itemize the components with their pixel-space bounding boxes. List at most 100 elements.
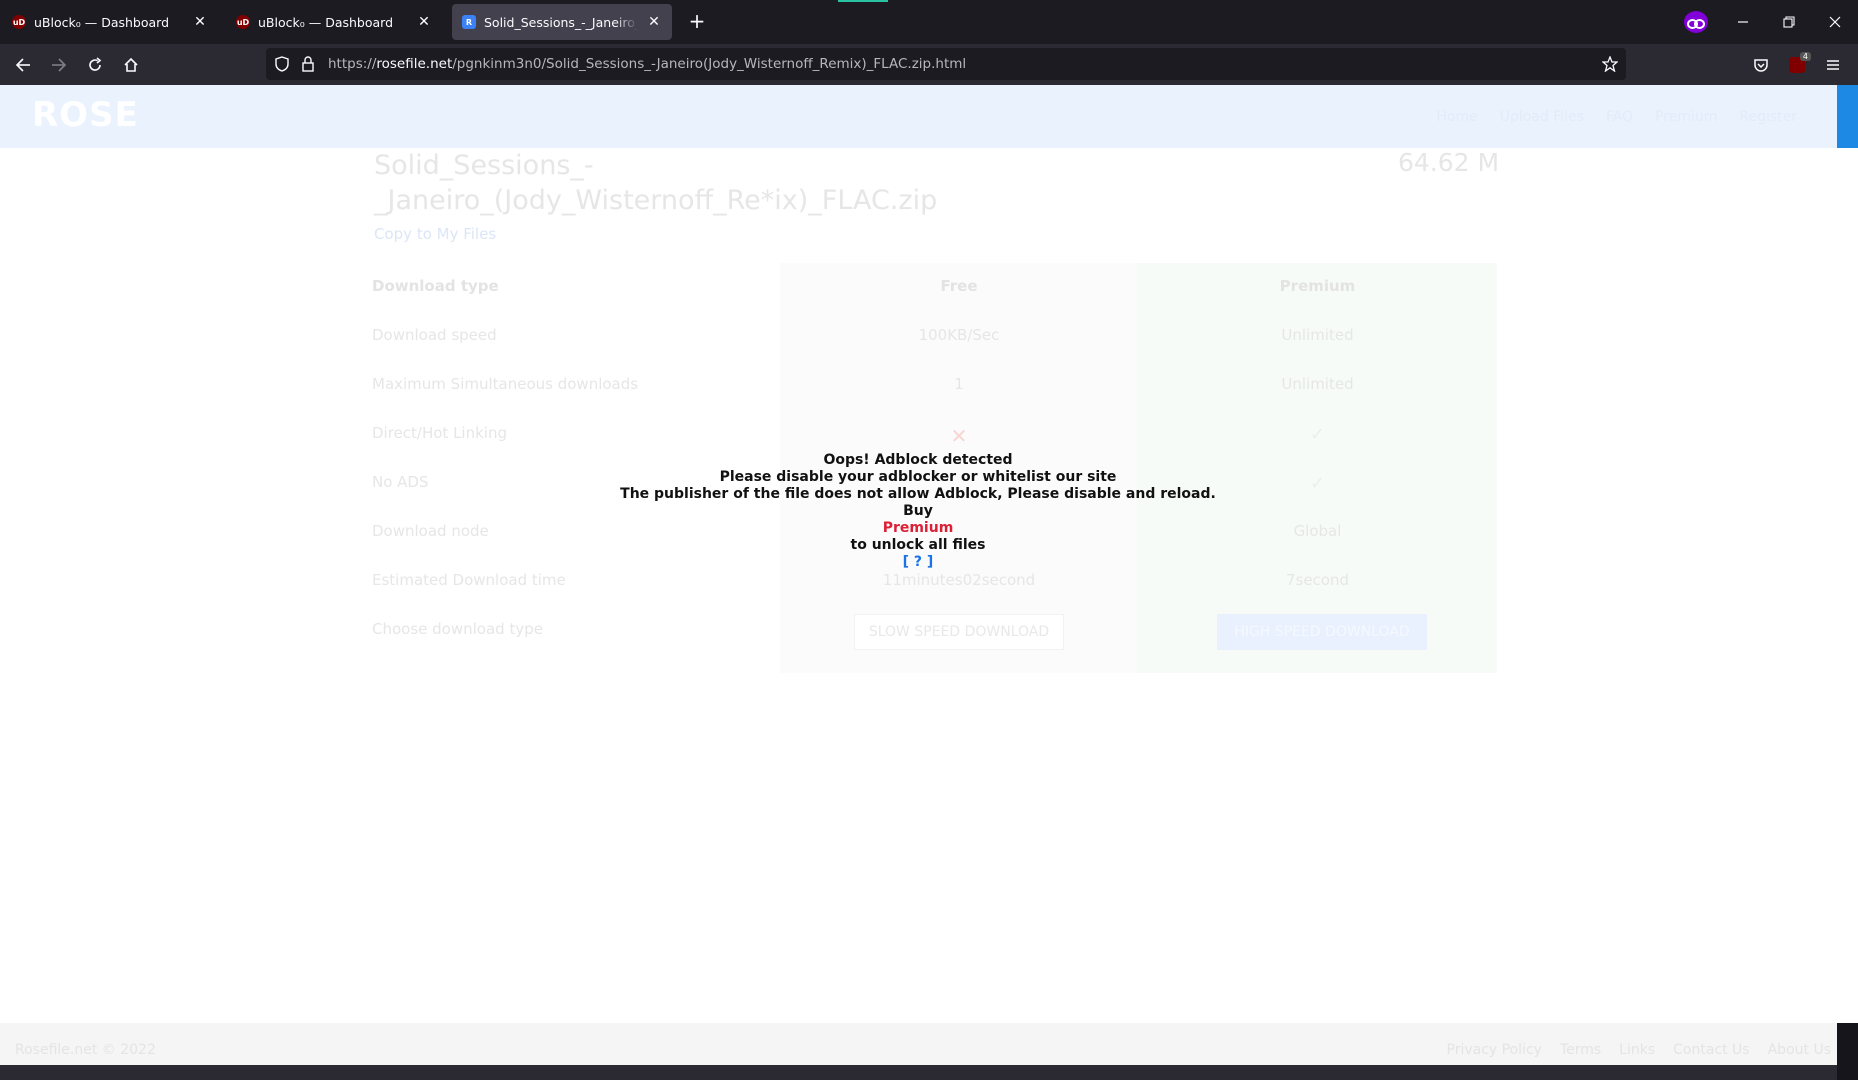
close-window-button[interactable] <box>1812 0 1858 44</box>
ublock-icon: uD <box>12 15 26 29</box>
nav-link-upload[interactable]: Upload Files <box>1500 109 1584 125</box>
high-speed-download-button[interactable]: HIGH SPEED DOWNLOAD <box>1217 614 1427 650</box>
nav-link-premium[interactable]: Premium <box>1655 109 1717 125</box>
new-tab-button[interactable]: + <box>685 10 709 34</box>
url-prefix: https:// <box>328 56 377 72</box>
tracking-protection-shield-icon[interactable] <box>274 56 290 72</box>
minimize-button[interactable] <box>1720 0 1766 44</box>
lock-icon[interactable] <box>300 56 316 72</box>
ublock-extension-button[interactable]: 4 <box>1782 50 1812 80</box>
row-label: No ADS <box>372 473 429 491</box>
navigation-toolbar: https://rosefile.net/pgnkinm3n0/Solid_Se… <box>0 44 1858 85</box>
adblock-unlock-text: to unlock all files <box>850 537 986 553</box>
check-icon: ✓ <box>1309 424 1326 445</box>
forward-arrow-icon <box>52 58 67 72</box>
table-row: Download speed 100KB/Sec Unlimited <box>362 312 1497 361</box>
scrollbar-track-bottom <box>1837 1023 1858 1080</box>
app-menu-button[interactable] <box>1818 50 1848 80</box>
premium-value: 7second <box>1285 571 1350 589</box>
free-value: 1 <box>954 375 964 393</box>
site-nav: Home Upload Files FAQ Premium Register <box>1436 109 1797 125</box>
pocket-icon <box>1754 59 1768 72</box>
table-row: Maximum Simultaneous downloads 1 Unlimit… <box>362 361 1497 410</box>
close-tab-icon[interactable]: ✕ <box>416 14 432 30</box>
reload-button[interactable] <box>80 50 110 80</box>
close-icon <box>1829 16 1841 28</box>
back-arrow-icon <box>15 58 30 72</box>
footer-link-links[interactable]: Links <box>1619 1042 1655 1058</box>
adblock-buy-text: Buy <box>903 503 933 519</box>
footer-link-privacy[interactable]: Privacy Policy <box>1447 1042 1542 1058</box>
bottom-bar <box>0 1065 1837 1080</box>
table-header-row: Download type Free Premium <box>362 263 1497 312</box>
adblock-title: Oops! Adblock detected <box>823 452 1013 468</box>
premium-value: Unlimited <box>1281 326 1354 344</box>
free-value: 11minutes02second <box>882 571 1036 589</box>
nav-link-home[interactable]: Home <box>1436 109 1477 125</box>
minimize-icon <box>1738 21 1748 23</box>
restore-button[interactable] <box>1766 0 1812 44</box>
premium-link[interactable]: Premium <box>618 520 1218 537</box>
table-row: Choose download type SLOW SPEED DOWNLOAD… <box>362 606 1497 655</box>
row-label: Maximum Simultaneous downloads <box>372 375 639 393</box>
restore-icon <box>1783 16 1795 28</box>
nav-link-faq[interactable]: FAQ <box>1606 109 1633 125</box>
adblock-detected-message: Oops! Adblock detected Please disable yo… <box>618 452 1218 571</box>
choose-download-type-label: Choose download type <box>372 620 543 638</box>
file-title: Solid_Sessions_-_Janeiro_(Jody_Wisternof… <box>374 150 938 216</box>
reload-icon <box>89 57 102 71</box>
url-text[interactable]: https://rosefile.net/pgnkinm3n0/Solid_Se… <box>328 56 966 72</box>
cross-icon: ✕ <box>950 424 968 448</box>
rosefile-icon: R <box>462 15 476 29</box>
nav-link-register[interactable]: Register <box>1739 109 1797 125</box>
footer-links: Privacy Policy Terms Links Contact Us Ab… <box>1447 1042 1831 1058</box>
home-button[interactable] <box>116 50 146 80</box>
header-free: Free <box>940 277 978 295</box>
tab-ublock-dashboard-2[interactable]: uD uBlock₀ — Dashboard ✕ <box>226 4 442 40</box>
url-host: rosefile.net <box>376 56 453 72</box>
footer-link-contact[interactable]: Contact Us <box>1673 1042 1749 1058</box>
url-path: /pgnkinm3n0/Solid_Sessions_-Janeiro(Jody… <box>452 56 967 72</box>
free-value: 100KB/Sec <box>918 326 1000 344</box>
close-tab-icon[interactable]: ✕ <box>646 14 662 30</box>
address-bar[interactable]: https://rosefile.net/pgnkinm3n0/Solid_Se… <box>266 48 1626 80</box>
footer-link-about[interactable]: About Us <box>1768 1042 1831 1058</box>
extension-badge: 4 <box>1799 52 1811 61</box>
bookmark-star-icon[interactable] <box>1602 56 1618 72</box>
slow-speed-download-button[interactable]: SLOW SPEED DOWNLOAD <box>854 614 1064 650</box>
row-label: Direct/Hot Linking <box>372 424 507 442</box>
row-label: Download node <box>372 522 489 540</box>
sound-indicator <box>838 0 888 2</box>
footer-link-terms[interactable]: Terms <box>1560 1042 1601 1058</box>
row-label: Download speed <box>372 326 497 344</box>
tab-ublock-dashboard-1[interactable]: uD uBlock₀ — Dashboard ✕ <box>2 4 218 40</box>
private-browsing-icon <box>1684 11 1708 33</box>
header-premium: Premium <box>1279 277 1356 295</box>
site-logo[interactable]: ROSE <box>32 95 139 135</box>
ublock-icon: 4 <box>1789 52 1811 73</box>
row-label: Estimated Download time <box>372 571 566 589</box>
tab-label: Solid_Sessions_-_Janeiro_(Jody_W <box>484 14 638 30</box>
premium-value: Unlimited <box>1281 375 1354 393</box>
page-viewport: ROSE Home Upload Files FAQ Premium Regis… <box>0 85 1858 1080</box>
tab-rosefile-active[interactable]: R Solid_Sessions_-_Janeiro_(Jody_W ✕ <box>452 4 672 40</box>
hamburger-menu-icon <box>1827 60 1839 70</box>
help-link[interactable]: [ ? ] <box>618 554 1218 571</box>
file-size: 64.62 M <box>1398 148 1500 177</box>
header-download-type: Download type <box>372 277 499 295</box>
back-button[interactable] <box>8 50 38 80</box>
home-icon <box>124 57 138 72</box>
site-header: ROSE Home Upload Files FAQ Premium Regis… <box>0 85 1837 148</box>
copy-to-my-files-link[interactable]: Copy to My Files <box>374 225 496 243</box>
footer-copyright: Rosefile.net © 2022 <box>15 1042 156 1058</box>
tab-label: uBlock₀ — Dashboard <box>34 14 170 30</box>
adblock-publisher-note: The publisher of the file does not allow… <box>620 486 1216 502</box>
adblock-instruction: Please disable your adblocker or whiteli… <box>719 469 1117 485</box>
pocket-button[interactable] <box>1746 50 1776 80</box>
forward-button[interactable] <box>44 50 74 80</box>
close-tab-icon[interactable]: ✕ <box>192 14 208 30</box>
scrollbar-thumb[interactable] <box>1837 85 1858 148</box>
ublock-icon: uD <box>236 15 250 29</box>
tab-strip: uD uBlock₀ — Dashboard ✕ uD uBlock₀ — Da… <box>0 0 1858 44</box>
tab-label: uBlock₀ — Dashboard <box>258 14 394 30</box>
